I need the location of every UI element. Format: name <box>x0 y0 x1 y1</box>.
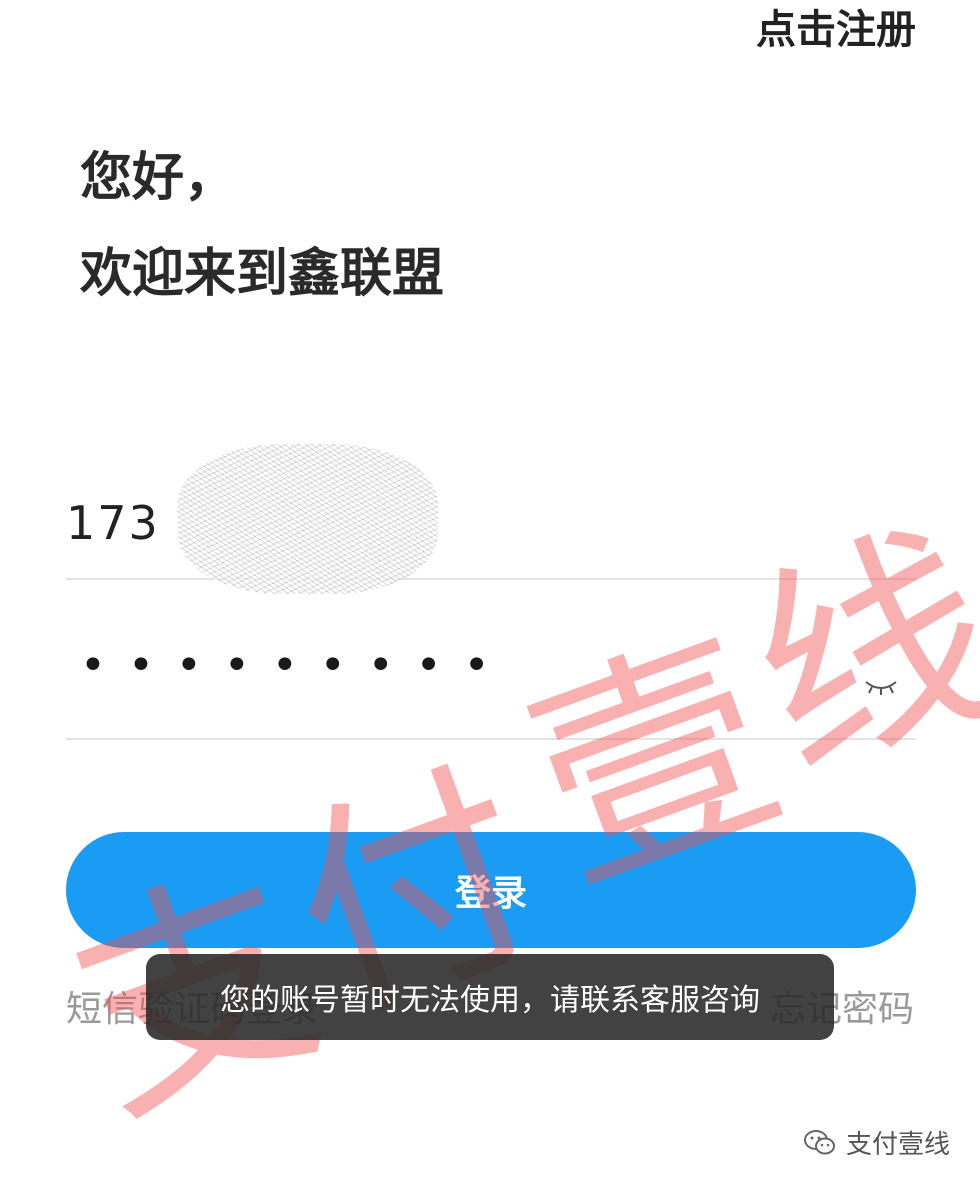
password-input-value: ••••••••• <box>80 640 512 691</box>
redaction-scribble <box>178 444 438 594</box>
greeting-line-1: 您好， <box>80 148 237 208</box>
greeting: 您好， 欢迎来到鑫联盟 <box>80 130 444 322</box>
footer-badge-text: 支付壹线 <box>845 1130 950 1160</box>
toast-message: 您的账号暂时无法使用，请联系客服咨询 <box>146 954 834 1040</box>
register-link[interactable]: 点击注册 <box>756 4 916 56</box>
footer-badge: 支付壹线 <box>803 1124 950 1161</box>
phone-input-value: 173 <box>66 496 160 550</box>
eye-closed-icon[interactable] <box>864 676 898 696</box>
password-field[interactable]: ••••••••• <box>66 620 916 740</box>
wechat-icon <box>803 1129 835 1154</box>
greeting-line-2: 欢迎来到鑫联盟 <box>80 244 445 304</box>
login-button[interactable]: 登录 <box>66 832 916 948</box>
phone-field[interactable]: 173 <box>66 444 916 594</box>
